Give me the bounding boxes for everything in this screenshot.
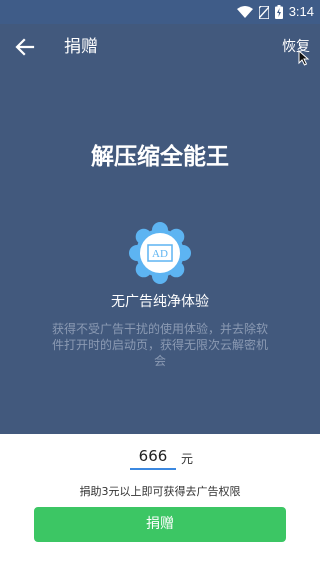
currency-unit: 元 bbox=[181, 452, 194, 466]
app-name-title: 解压缩全能王 bbox=[91, 144, 229, 170]
status-time: 3:14 bbox=[288, 4, 314, 19]
feature-title: 无广告纯净体验 bbox=[111, 294, 209, 310]
back-arrow-icon[interactable] bbox=[14, 36, 36, 58]
status-icons: 3:14 bbox=[236, 3, 314, 21]
ad-free-badge-icon: AD bbox=[129, 222, 191, 284]
status-bar: 3:14 bbox=[0, 0, 320, 24]
page-title: 捐赠 bbox=[64, 37, 98, 57]
feature-description: 获得不受广告干扰的使用体验，并去除软件打开时的启动页，获得无限次云解密机会 bbox=[52, 322, 269, 368]
mouse-cursor-icon bbox=[298, 50, 310, 66]
hero-section: 捐赠 恢复 解压缩全能王 AD 无广告纯净体验 获得不受广告干扰的使用体验，并去… bbox=[0, 24, 320, 434]
amount-row: 元 bbox=[0, 442, 320, 472]
donation-panel: 元 捐助3元以上即可获得去广告权限 捐赠 bbox=[0, 434, 320, 568]
wifi-icon bbox=[236, 6, 253, 18]
donation-amount-input[interactable] bbox=[130, 444, 176, 470]
app-bar: 捐赠 恢复 bbox=[0, 24, 320, 70]
donate-button[interactable]: 捐赠 bbox=[34, 507, 286, 542]
battery-charging-icon bbox=[274, 5, 283, 19]
donation-hint: 捐助3元以上即可获得去广告权限 bbox=[79, 485, 241, 498]
no-sim-icon bbox=[258, 5, 269, 19]
ad-badge-text: AD bbox=[152, 248, 168, 260]
